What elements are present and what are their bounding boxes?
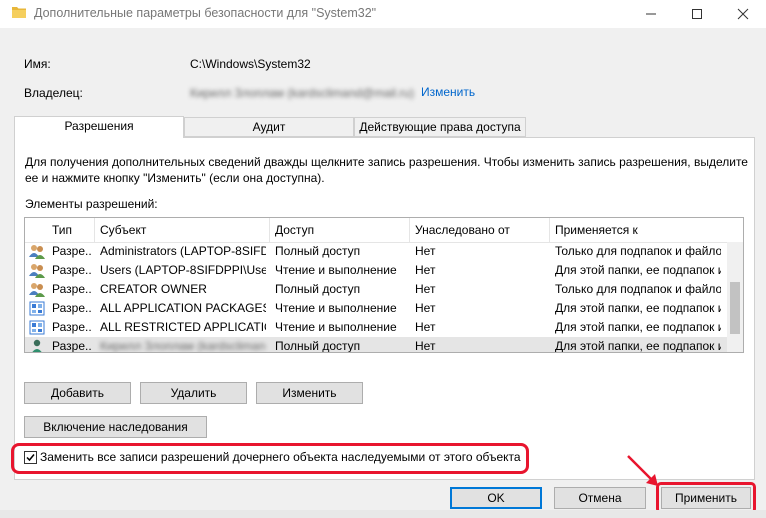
row-access: Полный доступ bbox=[275, 339, 361, 353]
permission-entries-label: Элементы разрешений: bbox=[25, 197, 158, 211]
minimize-icon bbox=[646, 13, 656, 15]
row-applies: Только для подпапок и файлов bbox=[555, 244, 721, 258]
cancel-button[interactable]: Отмена bbox=[554, 487, 646, 509]
row-inherited: Нет bbox=[415, 339, 436, 353]
row-type: Разре... bbox=[52, 301, 92, 315]
package-icon bbox=[29, 320, 45, 335]
row-type: Разре... bbox=[52, 320, 92, 334]
row-subject: Кирилл Злоплам (kardsclimand@mail.ru) bbox=[100, 339, 266, 353]
owner-change-link[interactable]: Изменить bbox=[421, 85, 475, 99]
maximize-icon bbox=[692, 9, 702, 19]
row-subject: Administrators (LAPTOP-8SIFDPPI\Ad... bbox=[100, 244, 266, 258]
row-access: Полный доступ bbox=[275, 244, 361, 258]
row-type: Разре... bbox=[52, 339, 92, 353]
permission-row[interactable]: Разре... Administrators (LAPTOP-8SIFDPPI… bbox=[25, 242, 727, 261]
minimize-button[interactable] bbox=[628, 0, 674, 28]
enable-inheritance-button[interactable]: Включение наследования bbox=[24, 416, 207, 438]
user-icon bbox=[32, 339, 42, 352]
instructions-line-1: Для получения дополнительных сведений дв… bbox=[25, 155, 748, 169]
row-applies: Для этой папки, ее подпапок и файлов bbox=[555, 320, 721, 334]
tab-audit[interactable]: Аудит bbox=[184, 117, 354, 137]
tab-effective-access[interactable]: Действующие права доступа bbox=[354, 117, 526, 137]
permissions-header: Тип Субъект Доступ Унаследовано от Приме… bbox=[25, 218, 743, 243]
row-applies: Для этой папки, ее подпапок и файлов bbox=[555, 301, 721, 315]
row-inherited: Нет bbox=[415, 320, 436, 334]
instructions-line-2: ее и нажмите кнопку "Изменить" (если она… bbox=[25, 171, 325, 185]
owner-label: Владелец: bbox=[24, 86, 83, 100]
column-type[interactable]: Тип bbox=[52, 223, 72, 237]
tab-permissions[interactable]: Разрешения bbox=[14, 116, 184, 138]
row-inherited: Нет bbox=[415, 244, 436, 258]
maximize-button[interactable] bbox=[674, 0, 720, 28]
row-inherited: Нет bbox=[415, 282, 436, 296]
permission-row[interactable]: Разре... Users (LAPTOP-8SIFDPPI\Users) Ч… bbox=[25, 261, 727, 280]
row-access: Чтение и выполнение bbox=[275, 263, 397, 277]
permission-row[interactable]: Разре... CREATOR OWNER Полный доступ Нет… bbox=[25, 280, 727, 299]
user-group-icon bbox=[29, 264, 45, 278]
checkmark-icon bbox=[26, 454, 35, 462]
close-icon bbox=[737, 8, 749, 20]
row-inherited: Нет bbox=[415, 301, 436, 315]
folder-icon bbox=[12, 7, 26, 18]
name-label: Имя: bbox=[24, 57, 51, 71]
row-access: Чтение и выполнение bbox=[275, 320, 397, 334]
row-subject: ALL RESTRICTED APPLICATION PACKAGES bbox=[100, 320, 266, 334]
column-inherited-from[interactable]: Унаследовано от bbox=[415, 223, 510, 237]
permission-row[interactable]: Разре... ALL APPLICATION PACKAGES Чтение… bbox=[25, 299, 727, 318]
replace-checkbox[interactable] bbox=[24, 451, 37, 464]
permission-row[interactable]: Разре... ALL RESTRICTED APPLICATION PACK… bbox=[25, 318, 727, 337]
row-applies: Для этой папки, ее подпапок и файлов bbox=[555, 263, 721, 277]
apply-button[interactable]: Применить bbox=[661, 487, 751, 509]
row-type: Разре... bbox=[52, 244, 92, 258]
row-access: Полный доступ bbox=[275, 282, 361, 296]
edit-button[interactable]: Изменить bbox=[256, 382, 363, 404]
row-applies: Для этой папки, ее подпапок и файлов bbox=[555, 339, 721, 353]
permissions-list[interactable]: Тип Субъект Доступ Унаследовано от Приме… bbox=[24, 217, 744, 353]
replace-checkbox-label[interactable]: Заменить все записи разрешений дочернего… bbox=[40, 450, 521, 464]
vertical-scrollbar[interactable] bbox=[727, 242, 743, 352]
row-subject: Users (LAPTOP-8SIFDPPI\Users) bbox=[100, 263, 266, 277]
column-access[interactable]: Доступ bbox=[275, 223, 314, 237]
close-button[interactable] bbox=[720, 0, 766, 28]
background-strip bbox=[0, 510, 766, 518]
title-bar: Дополнительные параметры безопасности дл… bbox=[0, 0, 766, 28]
user-group-icon bbox=[29, 245, 45, 259]
owner-value: Кирилл Злоплам (kardsclimand@mail.ru) bbox=[190, 86, 415, 100]
column-applies-to[interactable]: Применяется к bbox=[555, 223, 638, 237]
window-title: Дополнительные параметры безопасности дл… bbox=[34, 6, 377, 20]
row-inherited: Нет bbox=[415, 263, 436, 277]
scrollbar-thumb[interactable] bbox=[730, 282, 740, 334]
package-icon bbox=[29, 301, 45, 316]
user-group-icon bbox=[29, 283, 45, 297]
remove-button[interactable]: Удалить bbox=[140, 382, 247, 404]
ok-button[interactable]: OK bbox=[450, 487, 542, 509]
row-subject: ALL APPLICATION PACKAGES bbox=[100, 301, 266, 315]
row-access: Чтение и выполнение bbox=[275, 301, 397, 315]
add-button[interactable]: Добавить bbox=[24, 382, 131, 404]
name-value: C:\Windows\System32 bbox=[190, 57, 311, 71]
row-applies: Только для подпапок и файлов bbox=[555, 282, 721, 296]
row-type: Разре... bbox=[52, 263, 92, 277]
column-subject[interactable]: Субъект bbox=[100, 223, 146, 237]
row-subject: CREATOR OWNER bbox=[100, 282, 207, 296]
permission-row-selected[interactable]: Разре... Кирилл Злоплам (kardsclimand@ma… bbox=[25, 337, 727, 353]
row-type: Разре... bbox=[52, 282, 92, 296]
